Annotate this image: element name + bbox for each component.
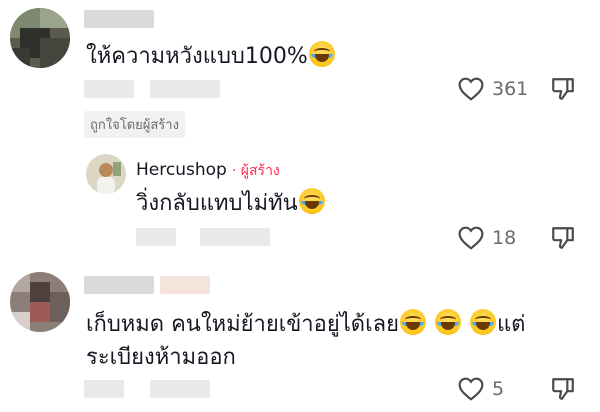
pixelated-avatar-image: [10, 8, 70, 68]
creator-tag: · ผู้สร้าง: [231, 163, 280, 179]
reply-text: วิ่งกลับแทบไม่ทัน: [136, 188, 326, 219]
blurred-username-suffix: [160, 276, 210, 294]
creator-avatar-image: [86, 154, 126, 194]
heart-icon[interactable]: [458, 377, 484, 401]
heart-icon[interactable]: [458, 77, 484, 101]
creator-username[interactable]: Hercushop: [136, 160, 227, 180]
like-count: 5: [492, 378, 505, 400]
heart-icon[interactable]: [458, 226, 484, 250]
blurred-date: [84, 380, 124, 398]
dislike-icon[interactable]: [550, 376, 576, 402]
tears-of-joy-emoji: [308, 41, 335, 67]
dislike-icon[interactable]: [550, 225, 576, 251]
comment-text-line2: ระเบียงห้ามออก: [86, 345, 236, 370]
blurred-username[interactable]: [84, 276, 154, 294]
reply-header: Hercushop · ผู้สร้าง: [136, 160, 280, 182]
like-count: 361: [492, 78, 529, 100]
comment-text: ให้ความหวังแบบ100%: [86, 41, 336, 72]
blurred-reply-link[interactable]: [150, 80, 220, 98]
blurred-date: [84, 80, 134, 98]
tears-of-joy-emoji: [399, 309, 426, 335]
commenter-avatar[interactable]: [10, 8, 70, 68]
pixelated-avatar-image: [10, 272, 70, 332]
blurred-reply-link[interactable]: [200, 228, 270, 246]
like-count: 18: [492, 227, 517, 249]
blurred-username[interactable]: [84, 10, 154, 28]
tears-of-joy-emoji: [298, 188, 325, 214]
blurred-reply-link[interactable]: [150, 380, 210, 398]
creator-avatar[interactable]: [86, 154, 126, 194]
tears-of-joy-emoji: [434, 309, 461, 335]
dislike-icon[interactable]: [550, 76, 576, 102]
liked-by-creator-badge: ถูกใจโดยผู้สร้าง: [84, 111, 185, 138]
tears-of-joy-emoji: [469, 309, 496, 335]
comment-text-line1: เก็บหมด คนใหม่ย้ายเข้าอยู่ได้เลย แต่: [86, 309, 525, 340]
blurred-date: [136, 228, 176, 246]
commenter-avatar[interactable]: [10, 272, 70, 332]
